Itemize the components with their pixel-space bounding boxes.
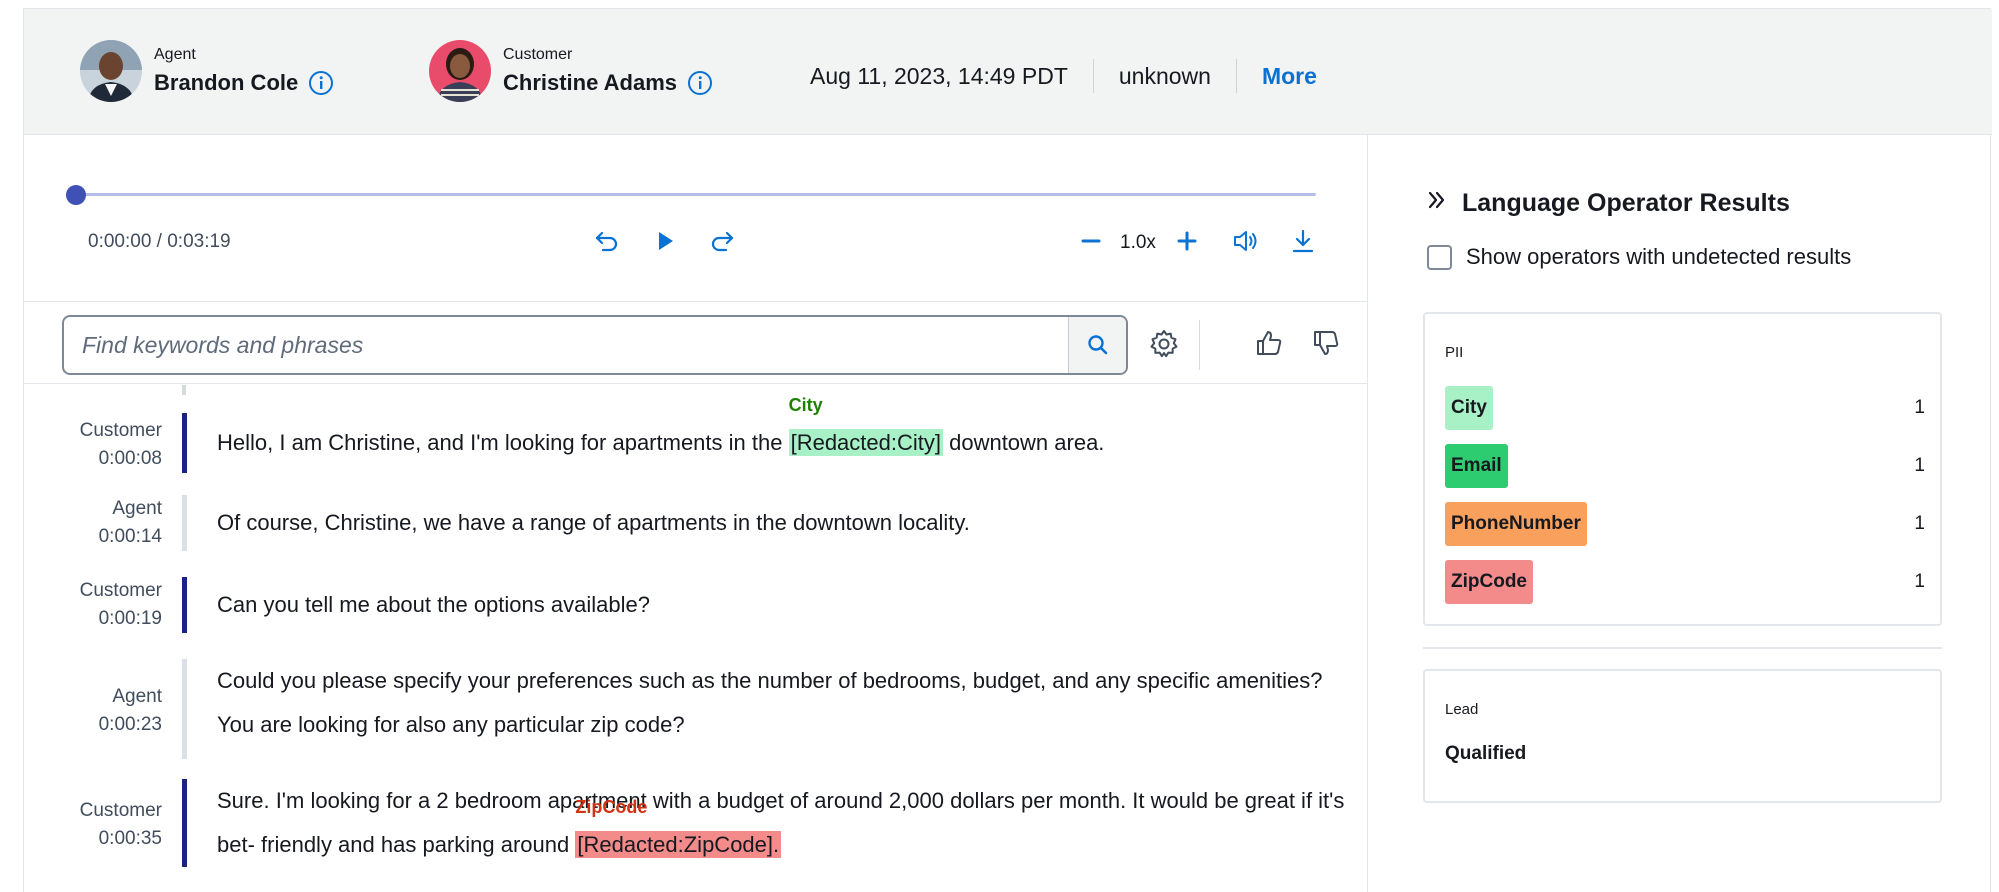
turn-meta: Customer 0:00:08 bbox=[24, 417, 162, 473]
speed-increase-icon[interactable] bbox=[1174, 227, 1200, 260]
turn-text: Can you tell me about the options availa… bbox=[217, 592, 650, 617]
playback-time: 0:00:00 / 0:03:19 bbox=[88, 231, 231, 252]
more-link[interactable]: More bbox=[1262, 63, 1317, 90]
turn-time: 0:00:14 bbox=[98, 526, 162, 547]
speaker-bar bbox=[182, 779, 187, 867]
pii-label-email[interactable]: Email bbox=[1445, 444, 1508, 488]
download-icon[interactable] bbox=[1289, 227, 1317, 260]
operator-results-header: Language Operator Results bbox=[1426, 189, 1790, 218]
turn-meta: Agent 0:00:14 bbox=[24, 495, 162, 551]
agent-role-label: Agent bbox=[154, 46, 196, 63]
pii-card-title: PII bbox=[1445, 344, 1464, 361]
show-undetected-option: Show operators with undetected results bbox=[1427, 244, 1851, 270]
turn-meta: Customer 0:00:19 bbox=[24, 577, 162, 633]
settings-gear-icon[interactable] bbox=[1148, 328, 1180, 365]
speaker-bar bbox=[182, 659, 187, 759]
turn-speaker: Customer bbox=[79, 800, 162, 821]
pii-row-email: Email 1 bbox=[1445, 444, 1925, 490]
turn-time: 0:00:19 bbox=[98, 608, 162, 629]
rewind-icon[interactable] bbox=[593, 227, 621, 260]
search-icon bbox=[1087, 335, 1107, 355]
redacted-city[interactable]: City [Redacted:City] bbox=[788, 395, 943, 456]
pii-count-phonenumber: 1 bbox=[1914, 513, 1925, 534]
thumbs-up-icon[interactable] bbox=[1254, 328, 1284, 363]
pii-card: PII City 1 Email 1 PhoneNumber 1 ZipCode… bbox=[1423, 312, 1942, 626]
pii-count-zipcode: 1 bbox=[1914, 571, 1925, 592]
thumbs-down-icon[interactable] bbox=[1311, 328, 1341, 363]
agent-name: Brandon Cole bbox=[154, 70, 299, 95]
divider bbox=[1092, 59, 1094, 93]
turn-time: 0:00:35 bbox=[98, 828, 162, 849]
turn-text: Of course, Christine, we have a range of… bbox=[217, 510, 970, 535]
previous-turn-bar bbox=[182, 385, 186, 395]
pii-count-email: 1 bbox=[1914, 455, 1925, 476]
playback-speed: 1.0x bbox=[1120, 232, 1156, 253]
transcript-column: 0:00:00 / 0:03:19 1.0x Find keywords and… bbox=[24, 135, 1368, 892]
pii-count-city: 1 bbox=[1914, 397, 1925, 418]
progress-track[interactable] bbox=[76, 193, 1316, 196]
contact-datetime: Aug 11, 2023, 14:49 PDT bbox=[810, 62, 1068, 89]
turn-meta: Agent 0:00:23 bbox=[24, 683, 162, 739]
pii-row-zipcode: ZipCode 1 bbox=[1445, 560, 1925, 606]
turn-speaker: Agent bbox=[112, 686, 162, 707]
pii-row-phone: PhoneNumber 1 bbox=[1445, 502, 1925, 548]
divider bbox=[1235, 59, 1237, 93]
customer-name: Christine Adams bbox=[503, 70, 678, 95]
volume-icon[interactable] bbox=[1231, 227, 1261, 260]
section-divider bbox=[1423, 647, 1942, 649]
speaker-bar bbox=[182, 577, 187, 633]
lead-card-title: Lead bbox=[1445, 701, 1479, 718]
search-button[interactable] bbox=[1068, 317, 1126, 373]
turn-text: Could you please specify your preference… bbox=[217, 668, 1323, 737]
contact-header: Agent Brandon Cole Customer Christine Ad… bbox=[24, 9, 1992, 135]
show-undetected-label: Show operators with undetected results bbox=[1466, 244, 1852, 269]
speaker-bar bbox=[182, 495, 187, 551]
customer-info-icon[interactable] bbox=[687, 70, 713, 96]
entity-tag-city: City bbox=[788, 395, 823, 415]
turn-time: 0:00:23 bbox=[98, 714, 162, 735]
operator-results-title: Language Operator Results bbox=[1462, 189, 1790, 217]
customer-role-label: Customer bbox=[503, 46, 573, 63]
contact-status: unknown bbox=[1118, 62, 1211, 89]
pii-row-city: City 1 bbox=[1445, 386, 1925, 432]
operator-results-panel: Language Operator Results Show operators… bbox=[1369, 135, 1992, 892]
contact-details-panel: Agent Brandon Cole Customer Christine Ad… bbox=[23, 8, 1992, 892]
redacted-zipcode[interactable]: ZipCode [Redacted:ZipCode]. bbox=[575, 797, 782, 858]
pii-label-zipcode[interactable]: ZipCode bbox=[1445, 560, 1533, 604]
turn-text: Hello, I am Christine, and I'm looking f… bbox=[217, 395, 1105, 456]
lead-value: Qualified bbox=[1445, 743, 1527, 764]
progress-handle[interactable] bbox=[66, 185, 86, 205]
forward-icon[interactable] bbox=[708, 227, 736, 260]
search-input[interactable] bbox=[64, 317, 1064, 373]
customer-info: Customer Christine Adams bbox=[429, 39, 713, 103]
contact-meta: Aug 11, 2023, 14:49 PDT unknown More bbox=[810, 59, 1317, 93]
audio-player: 0:00:00 / 0:03:19 1.0x bbox=[24, 135, 1368, 302]
transcript-toolbar bbox=[24, 302, 1368, 384]
agent-info-icon[interactable] bbox=[308, 70, 334, 96]
turn-speaker: Customer bbox=[79, 580, 162, 601]
lead-card: Lead Qualified bbox=[1423, 669, 1942, 803]
entity-tag-zipcode: ZipCode bbox=[575, 797, 648, 817]
pii-label-phonenumber[interactable]: PhoneNumber bbox=[1445, 502, 1587, 546]
turn-text: Sure. I'm looking for a 2 bedroom apartm… bbox=[217, 788, 1345, 858]
speaker-bar bbox=[182, 413, 187, 473]
play-icon[interactable] bbox=[651, 227, 679, 260]
turn-time: 0:00:08 bbox=[98, 448, 162, 469]
collapse-chevrons-icon[interactable] bbox=[1426, 189, 1448, 218]
customer-avatar bbox=[429, 40, 491, 102]
turn-speaker: Customer bbox=[79, 420, 162, 441]
divider bbox=[1199, 320, 1200, 370]
search-box bbox=[62, 315, 1128, 375]
show-undetected-checkbox[interactable] bbox=[1427, 244, 1452, 270]
turn-meta: Customer 0:00:35 bbox=[24, 797, 162, 853]
turn-speaker: Agent bbox=[112, 498, 162, 519]
agent-info: Agent Brandon Cole bbox=[80, 39, 334, 103]
agent-avatar bbox=[80, 40, 142, 102]
pii-label-city[interactable]: City bbox=[1445, 386, 1493, 430]
speed-decrease-icon[interactable] bbox=[1078, 227, 1104, 260]
transcript-list: Customer 0:00:08 Hello, I am Christine, … bbox=[24, 385, 1368, 892]
